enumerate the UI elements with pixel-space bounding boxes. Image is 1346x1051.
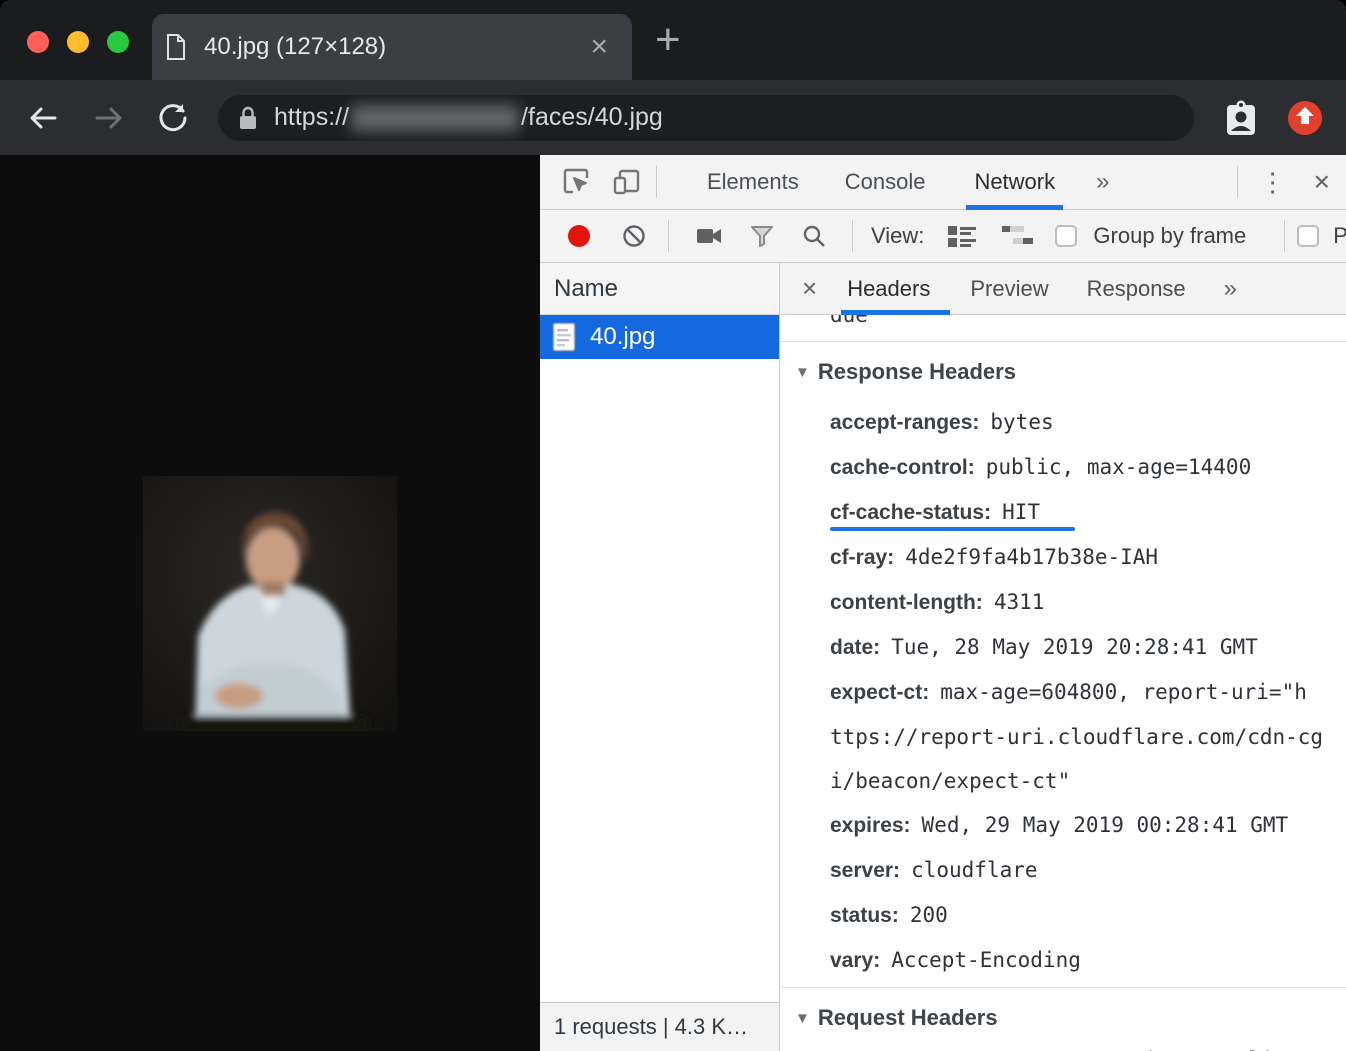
waterfall-icon[interactable] [1001,224,1035,248]
header-row-authority-clipped: :authority:serve-assets-workers-teslin-t [830,1038,1342,1051]
request-detail-panel: × Headers Preview Response » due ▼ Respo… [780,263,1346,1051]
devtools-panel: Elements Console Network » ⋮ × [540,155,1346,1051]
new-tab-button[interactable]: + [655,16,681,64]
requests-panel: Name 40.jpg 1 requests | 4.3 K… [540,263,780,1051]
tab-close-icon[interactable]: × [584,32,614,62]
response-headers-list: accept-ranges:bytes cache-control:public… [830,400,1342,983]
header-row: status:200 [830,893,1342,938]
detail-close-icon[interactable]: × [802,273,817,304]
request-file-name: 40.jpg [590,323,655,351]
zoom-window-button[interactable] [107,31,129,53]
record-icon[interactable] [568,225,590,247]
header-row: cache-control:public, max-age=14400 [830,445,1342,490]
tab-elements[interactable]: Elements [707,155,799,209]
tab-response[interactable]: Response [1087,263,1186,314]
header-row: vary:Accept-Encoding [830,938,1342,983]
view-label: View: [871,223,924,249]
detail-more-tabs-icon[interactable]: » [1224,275,1237,303]
kebab-menu-icon[interactable]: ⋮ [1260,167,1286,198]
disclosure-triangle-icon[interactable]: ▼ [795,364,810,381]
url-scheme: https:// [274,103,349,132]
traffic-lights [27,31,129,53]
list-view-icon[interactable] [947,224,977,248]
browser-tab[interactable]: 40.jpg (127×128) × [152,14,632,80]
clear-icon[interactable] [622,224,646,248]
back-icon[interactable] [26,101,60,135]
clipped-scrolled-text: due [830,315,1342,337]
header-row-cf-cache-status: cf-cache-status:HIT [830,490,1342,535]
more-tabs-icon[interactable]: » [1096,168,1109,196]
browser-window: 40.jpg (127×128) × + https:// /faces/40.j… [0,0,1346,1051]
page-viewport [0,155,540,1051]
group-by-frame-checkbox[interactable] [1055,225,1077,247]
request-headers-section-title[interactable]: ▼ Request Headers [795,1002,1342,1034]
name-column-header[interactable]: Name [540,263,779,315]
file-icon [552,322,576,352]
lock-icon[interactable] [238,105,258,131]
disclosure-triangle-icon[interactable]: ▼ [795,1010,810,1027]
response-headers-section-title[interactable]: ▼ Response Headers [795,356,1342,388]
close-window-button[interactable] [27,31,49,53]
profile-icon[interactable] [1222,98,1260,138]
navigation-bar: https:// /faces/40.jpg [0,80,1346,155]
requests-empty-area [540,359,779,1002]
portrait-photo [143,476,397,731]
device-toolbar-icon[interactable] [610,166,642,198]
header-row: cf-ray:4de2f9fa4b17b38e-IAH [830,535,1342,580]
section-divider [780,341,1346,342]
reload-icon[interactable] [156,101,190,135]
header-row: server:cloudflare [830,848,1342,893]
tab-preview[interactable]: Preview [970,263,1048,314]
request-row-selected[interactable]: 40.jpg [540,315,779,359]
headers-content: due ▼ Response Headers accept-ranges:byt… [780,315,1346,1051]
header-row: date:Tue, 28 May 2019 20:28:41 GMT [830,625,1342,670]
url-redacted-host [351,105,519,131]
header-row: accept-ranges:bytes [830,400,1342,445]
filter-icon[interactable] [750,224,774,248]
minimize-window-button[interactable] [67,31,89,53]
requests-summary: 1 requests | 4.3 K… [540,1002,779,1051]
inspect-element-icon[interactable] [560,166,592,198]
tab-network[interactable]: Network [974,155,1055,209]
screenshot-icon[interactable] [696,225,722,247]
forward-icon[interactable] [92,101,126,135]
search-icon[interactable] [802,224,826,248]
devtools-close-icon[interactable]: × [1314,166,1330,198]
extension-icon[interactable] [1286,99,1324,137]
tab-headers[interactable]: Headers [847,263,930,314]
header-row: expires:Wed, 29 May 2019 00:28:41 GMT [830,803,1342,848]
network-toolbar: View: Group by frame Preserve log [540,210,1346,263]
window-content: Elements Console Network » ⋮ × [0,155,1346,1051]
devtools-tabbar: Elements Console Network » ⋮ × [540,155,1346,210]
page-icon [166,34,186,60]
tab-console[interactable]: Console [845,155,926,209]
section-divider [780,987,1346,988]
network-body: Name 40.jpg 1 requests | 4.3 K… × Header… [540,263,1346,1051]
url-bar[interactable]: https:// /faces/40.jpg [218,95,1194,141]
url-path: /faces/40.jpg [521,103,663,132]
detail-tabbar: × Headers Preview Response » [780,263,1346,315]
preserve-log-checkbox[interactable] [1297,225,1319,247]
header-row-expect-ct: expect-ct:max-age=604800, report-uri="h … [830,670,1342,803]
tab-strip: 40.jpg (127×128) × + [0,0,1346,80]
preserve-log-label[interactable]: Preserve log [1333,223,1346,249]
header-row: content-length:4311 [830,580,1342,625]
tab-title: 40.jpg (127×128) [204,33,584,61]
group-by-frame-label[interactable]: Group by frame [1093,223,1246,249]
